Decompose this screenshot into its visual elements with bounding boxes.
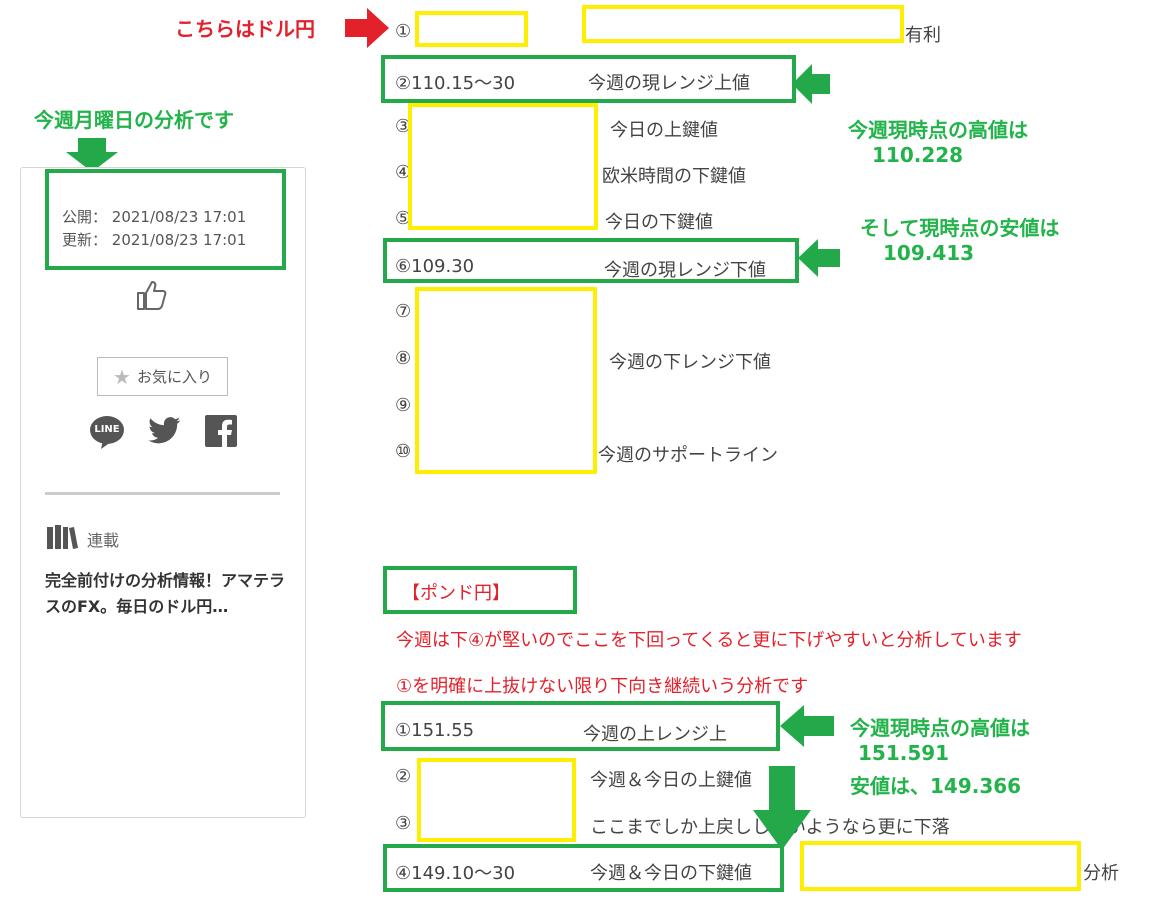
gbp-mark-3: ③ [395, 813, 412, 834]
right-arrow-icon [345, 8, 389, 48]
dollar-yen-pointer-annotation: こちらはドル円 [175, 17, 315, 41]
usd-label-2: 今週の現レンジ上値 [588, 73, 750, 94]
hidden-values-box [417, 758, 576, 842]
hidden-values-box [415, 287, 597, 474]
hidden-text-box [582, 5, 904, 43]
left-arrow-icon [792, 64, 830, 104]
gbp-mark-2: ② [395, 766, 412, 787]
usd-high-value: 110.228 [872, 143, 964, 167]
usd-high-title: 今週現時点の高値は [848, 118, 1028, 142]
usd-mark-9: ⑨ [395, 395, 412, 416]
series-title-link[interactable]: 完全前付けの分析情報！アマテラスのFX。毎日のドル円… [45, 568, 290, 620]
usd-row-6: ⑥109.30 [395, 256, 475, 277]
gbp-label-4: 今週＆今日の下鍵値 [590, 863, 752, 884]
monday-analysis-annotation: 今週月曜日の分析です [34, 108, 234, 132]
hidden-text-box [800, 841, 1081, 891]
books-icon [47, 525, 78, 549]
gbp-trailing-label: 分析 [1083, 863, 1119, 884]
usd-row-2: ②110.15～30 [395, 73, 516, 94]
usd-low-title: そして現時点の安値は [860, 216, 1060, 240]
gbp-label-1: 今週の上レンジ上 [583, 724, 727, 745]
usd-mark-10: ⑩ [395, 441, 412, 462]
usd-label-4: 欧米時間の下鍵値 [602, 166, 746, 187]
favorite-button[interactable]: ★ お気に入り [97, 357, 228, 396]
star-icon: ★ [113, 364, 131, 389]
line-share-button[interactable]: LINE [89, 414, 125, 450]
gbp-low-line: 安値は、149.366 [850, 774, 1022, 798]
usd-label-10: 今週のサポートライン [598, 445, 778, 466]
usd-label-3: 今日の上鍵値 [610, 120, 718, 141]
usd-label-8: 今週の下レンジ下値 [609, 352, 771, 373]
usd-low-value: 109.413 [883, 241, 975, 265]
gbp-high-title: 今週現時点の高値は [850, 716, 1030, 740]
usd-label-5: 今日の下鍵値 [605, 212, 713, 233]
gbp-high-value: 151.591 [858, 741, 950, 765]
gbp-note-1: 今週は下④が堅いのでここを下回ってくると更に下げやすいと分析しています [396, 630, 1022, 651]
usd-mark-8: ⑧ [395, 348, 412, 369]
gbp-row-4: ④149.10～30 [395, 863, 516, 884]
twitter-share-icon[interactable] [148, 417, 182, 445]
gbp-row-1: ①151.55 [395, 720, 475, 741]
gbp-note-2: ①を明確に上抜けない限り下向き継続いう分析です [396, 676, 809, 697]
facebook-share-icon[interactable] [205, 415, 237, 447]
down-arrow-icon [753, 766, 811, 850]
left-arrow-icon [798, 239, 840, 277]
hidden-values-box [408, 103, 598, 230]
gbp-label-2: 今週＆今日の上鍵値 [590, 770, 752, 791]
series-label: 連載 [87, 531, 120, 550]
thumbs-up-icon[interactable] [135, 279, 167, 311]
usd-label-6: 今週の現レンジ下値 [604, 260, 766, 281]
gbp-heading: 【ポンド円】 [402, 583, 510, 604]
date-highlight-box [45, 169, 286, 270]
usd-label-1: 有利 [905, 25, 941, 46]
sidebar-divider [45, 492, 280, 495]
hidden-value-box [415, 11, 528, 47]
usd-mark-1: ① [395, 21, 412, 42]
left-arrow-icon [780, 705, 834, 747]
usd-mark-7: ⑦ [395, 301, 412, 322]
